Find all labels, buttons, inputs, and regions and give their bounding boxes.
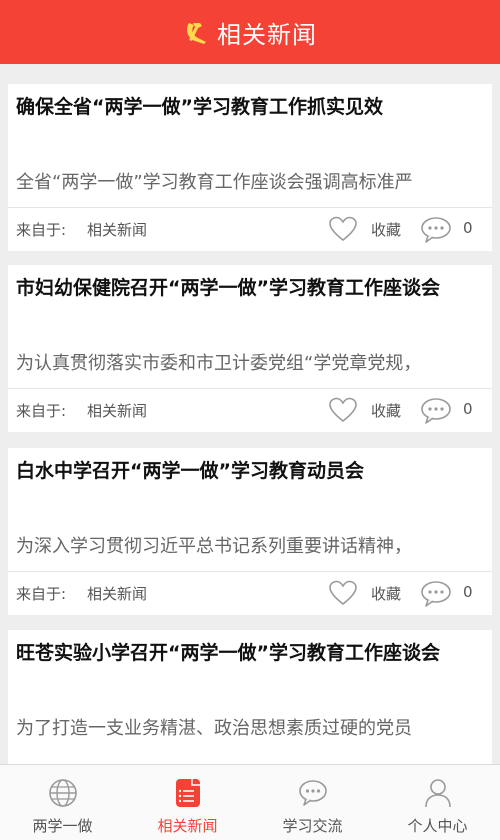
news-list[interactable]: 确保全省“两学一做”学习教育工作抓实见效 全省“两学一做”学习教育工作座谈会强调… [0, 64, 500, 764]
page-title: 相关新闻 [217, 20, 317, 49]
chat-bubble-icon [298, 780, 327, 806]
news-card[interactable]: 市妇幼保健院召开“两学一做”学习教育工作座谈会 为认真贯彻落实市委和市卫计委党组… [8, 265, 492, 432]
favorite-button[interactable]: 收藏 [371, 400, 401, 421]
tab-personal-center[interactable]: 个人中心 [375, 765, 500, 840]
news-summary: 全省“两学一做”学习教育工作座谈会强调高标准严 [16, 172, 413, 193]
news-title[interactable]: 市妇幼保健院召开“两学一做”学习教育工作座谈会 [16, 273, 482, 303]
comment-icon[interactable] [420, 397, 452, 425]
heart-icon[interactable] [328, 215, 358, 243]
tab-study-exchange[interactable]: 学习交流 [250, 765, 375, 840]
comment-icon[interactable] [420, 216, 452, 244]
party-emblem-icon [187, 23, 206, 44]
heart-icon[interactable] [328, 579, 358, 607]
source-label: 来自于: [16, 585, 67, 603]
news-title[interactable]: 白水中学召开“两学一做”学习教育动员会 [16, 456, 482, 486]
comment-icon[interactable] [420, 580, 452, 608]
heart-icon[interactable] [328, 396, 358, 424]
tab-label: 两学一做 [32, 817, 93, 835]
bottom-tab-bar: 两学一做 相关新闻 学习交流 个人中心 [0, 764, 500, 840]
comment-count: 0 [463, 219, 473, 237]
comment-count: 0 [463, 583, 473, 601]
tab-label: 学习交流 [282, 817, 343, 835]
source-name: 相关新闻 [87, 585, 148, 603]
news-card-footer: 来自于: 相关新闻 收藏 0 [8, 388, 492, 432]
news-card[interactable]: 白水中学召开“两学一做”学习教育动员会 为深入学习贯彻习近平总书记系列重要讲话精… [8, 448, 492, 615]
news-summary: 为了打造一支业务精湛、政治思想素质过硬的党员 [16, 718, 412, 739]
person-icon [424, 779, 451, 808]
news-card-footer: 来自于: 相关新闻 收藏 0 [8, 571, 492, 615]
favorite-button[interactable]: 收藏 [371, 219, 401, 240]
source-name: 相关新闻 [87, 402, 148, 420]
source-name: 相关新闻 [87, 221, 148, 239]
news-summary: 为认真贯彻落实市委和市卫计委党组“学党章党规， [16, 353, 422, 374]
tab-related-news[interactable]: 相关新闻 [125, 765, 250, 840]
source-label: 来自于: [16, 221, 67, 239]
news-title[interactable]: 旺苍实验小学召开“两学一做”学习教育工作座谈会 [16, 638, 482, 668]
news-card-footer: 来自于: 相关新闻 收藏 0 [8, 207, 492, 251]
news-card[interactable]: 确保全省“两学一做”学习教育工作抓实见效 全省“两学一做”学习教育工作座谈会强调… [8, 84, 492, 251]
tab-liangxue-yizuo[interactable]: 两学一做 [0, 765, 125, 840]
tab-label: 相关新闻 [157, 817, 218, 835]
news-document-icon [175, 779, 200, 807]
news-summary: 为深入学习贯彻习近平总书记系列重要讲话精神， [16, 536, 412, 557]
tab-label: 个人中心 [407, 817, 468, 835]
app-header: 相关新闻 [0, 0, 500, 64]
news-title[interactable]: 确保全省“两学一做”学习教育工作抓实见效 [16, 92, 482, 122]
favorite-button[interactable]: 收藏 [371, 583, 401, 604]
comment-count: 0 [463, 400, 473, 418]
source-label: 来自于: [16, 402, 67, 420]
globe-icon [48, 779, 77, 807]
news-card[interactable]: 旺苍实验小学召开“两学一做”学习教育工作座谈会 为了打造一支业务精湛、政治思想素… [8, 630, 492, 764]
